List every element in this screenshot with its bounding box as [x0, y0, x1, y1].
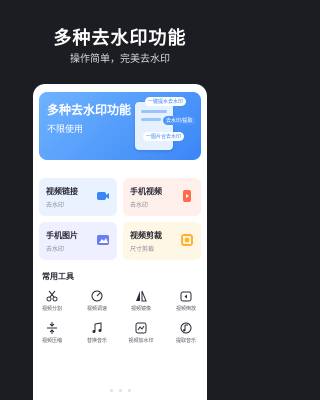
add-watermark-icon — [135, 322, 147, 334]
tool-label: 视频调速 — [86, 306, 107, 312]
phone-video-icon — [183, 190, 191, 202]
feature-card-video-link[interactable]: 视频链接 去水印 — [39, 178, 117, 216]
feature-card-phone-image[interactable]: 手机图片 去水印 — [39, 222, 117, 260]
tool-replace-music[interactable]: 替换音乐 — [78, 322, 116, 344]
tool-label: 视频分割 — [41, 306, 62, 312]
extract-music-icon — [180, 322, 192, 334]
feature-title: 视频剪裁 — [130, 231, 162, 240]
mirror-icon — [136, 290, 147, 302]
tool-extract-music[interactable]: 提取音乐 — [167, 322, 205, 344]
feature-subtitle: 去水印 — [46, 246, 65, 253]
video-link-icon — [97, 192, 109, 200]
feature-title: 视频链接 — [46, 187, 78, 196]
image-icon — [97, 235, 109, 245]
scissors-icon — [46, 290, 58, 302]
phone-screen: 多种去水印功能 不限使用 一键提水去水印 去水印/提取 一图片合去水印 视频链接… — [33, 84, 207, 400]
promo-title: 多种去水印功能 — [53, 28, 187, 49]
music-icon — [92, 322, 102, 333]
feature-subtitle: 去水印 — [46, 202, 65, 209]
tool-video-mirror[interactable]: 视频镜像 — [122, 290, 160, 312]
banner-chip: 去水印/提取 — [163, 116, 196, 125]
crop-icon — [181, 234, 193, 246]
tool-video-compress[interactable]: 视频压缩 — [33, 322, 71, 344]
tool-label: 视频加水印 — [128, 338, 154, 344]
compress-icon — [47, 322, 57, 334]
feature-subtitle: 去水印 — [130, 202, 149, 209]
tool-video-speed[interactable]: 视频调速 — [78, 290, 116, 312]
feature-card-phone-video[interactable]: 手机视频 去水印 — [123, 178, 201, 216]
tool-label: 提取音乐 — [175, 338, 196, 344]
banner-chip: 一键提水去水印 — [145, 97, 187, 106]
tool-label: 视频压缩 — [41, 338, 62, 344]
tool-video-reverse[interactable]: 视频倒放 — [167, 290, 205, 312]
tools-heading: 常用工具 — [42, 272, 74, 281]
promo-subtitle: 操作简单，完美去水印 — [70, 54, 170, 65]
feature-title: 手机视频 — [130, 187, 162, 196]
promo-banner[interactable]: 多种去水印功能 不限使用 一键提水去水印 去水印/提取 一图片合去水印 — [39, 92, 201, 160]
feature-title: 手机图片 — [46, 231, 78, 240]
tool-video-split[interactable]: 视频分割 — [33, 290, 71, 312]
banner-title: 多种去水印功能 — [47, 103, 132, 117]
tool-add-watermark[interactable]: 视频加水印 — [122, 322, 160, 344]
tool-label: 视频镜像 — [130, 306, 151, 312]
tool-label: 视频倒放 — [175, 306, 196, 312]
banner-subtitle: 不限使用 — [47, 125, 84, 135]
feature-subtitle: 尺寸剪裁 — [130, 246, 155, 253]
banner-illustration — [135, 102, 173, 150]
reverse-play-icon — [180, 291, 192, 302]
screen-pagination — [0, 380, 240, 399]
banner-chip: 一图片合去水印 — [143, 132, 185, 141]
feature-card-video-crop[interactable]: 视频剪裁 尺寸剪裁 — [123, 222, 201, 260]
tool-label: 替换音乐 — [86, 338, 107, 344]
speed-dial-icon — [91, 290, 103, 302]
